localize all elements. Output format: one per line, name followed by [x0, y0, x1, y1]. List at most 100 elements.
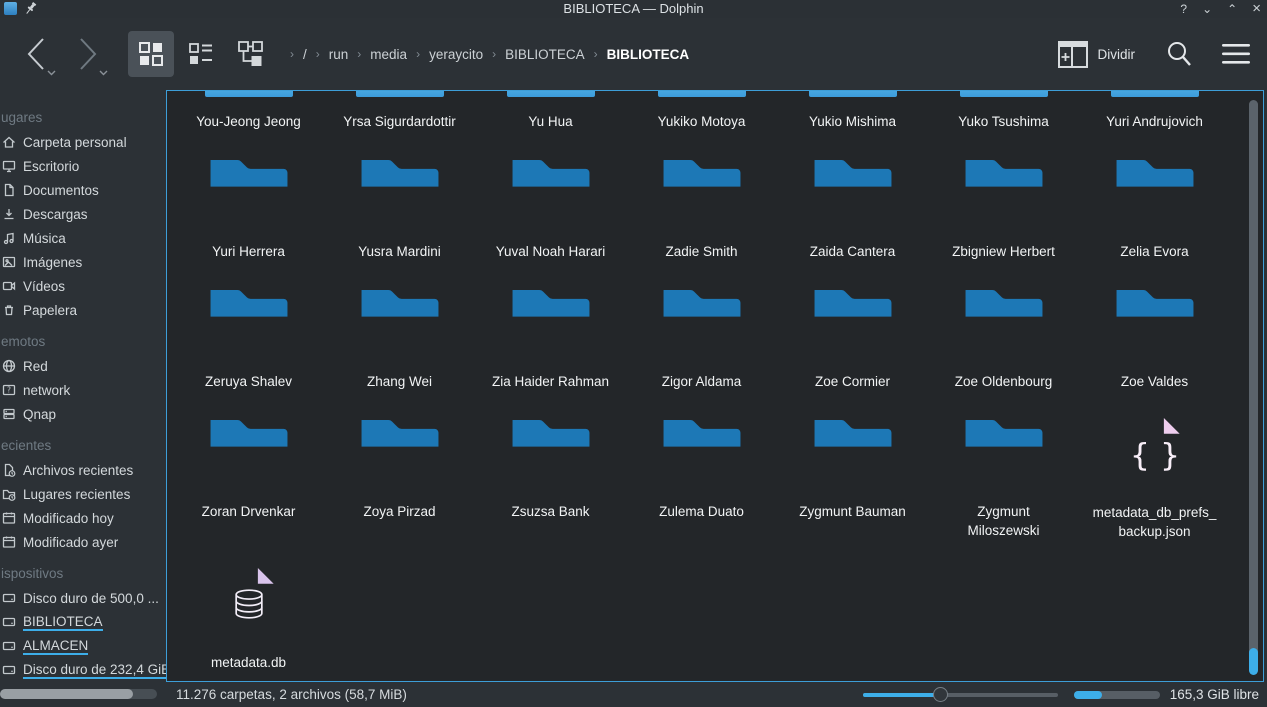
sidebar-section-header: emotos	[0, 330, 166, 354]
scrollbar-thumb[interactable]	[1249, 648, 1258, 675]
breadcrumb-segment[interactable]: /	[303, 47, 307, 62]
tree-view-button[interactable]	[228, 31, 274, 77]
folder-item[interactable]: Zaida Cantera	[777, 144, 928, 274]
sidebar-item[interactable]: Escritorio	[0, 154, 166, 178]
file-item-json[interactable]: { } metadata_db_prefs_ backup.json	[1079, 404, 1230, 554]
folder-item[interactable]: Zelia Evora	[1079, 144, 1230, 274]
details-view-button[interactable]	[178, 31, 224, 77]
sidebar-item[interactable]: Red	[0, 354, 166, 378]
music-icon	[1, 230, 17, 246]
back-button[interactable]	[10, 28, 62, 80]
free-space-label: 165,3 GiB libre	[1170, 687, 1259, 702]
sidebar-item[interactable]: BIBLIOTECA	[0, 610, 166, 634]
folder-item[interactable]: Yrsa Sigurdardottir	[324, 91, 475, 144]
horizontal-scrollbar-thumb[interactable]	[0, 689, 133, 699]
sidebar-item[interactable]: Descargas	[0, 202, 166, 226]
folder-label: Zia Haider Rahman	[492, 373, 609, 392]
sidebar-item-label: Qnap	[23, 407, 56, 422]
sidebar-item[interactable]: Disco duro de 232,4 GiB	[0, 658, 166, 682]
folder-item[interactable]: Zulema Duato	[626, 404, 777, 554]
folder-label: Zigor Aldama	[662, 373, 742, 392]
sidebar-item-label: Modificado hoy	[23, 511, 114, 526]
split-view-button[interactable]: Dividir	[1058, 41, 1135, 68]
hamburger-icon	[1221, 42, 1251, 66]
folder-item[interactable]: Zoya Pirzad	[324, 404, 475, 554]
vertical-scrollbar[interactable]	[1245, 91, 1263, 681]
folder-item[interactable]: Yuri Andrujovich	[1079, 91, 1230, 144]
sidebar-item[interactable]: Documentos	[0, 178, 166, 202]
help-button[interactable]: ?	[1180, 0, 1187, 18]
download-icon	[1, 206, 17, 222]
sidebar-item[interactable]: Música	[0, 226, 166, 250]
forward-button[interactable]	[62, 28, 114, 80]
folder-item[interactable]: Zoe Cormier	[777, 274, 928, 404]
close-button[interactable]: ×	[1252, 0, 1261, 18]
folder-item[interactable]: Zigor Aldama	[626, 274, 777, 404]
folder-item[interactable]: Yuko Tsushima	[928, 91, 1079, 144]
breadcrumb-segment[interactable]: BIBLIOTECA	[505, 47, 585, 62]
sidebar-item-label: Lugares recientes	[23, 487, 130, 502]
scrollbar-groove[interactable]	[1249, 100, 1258, 656]
sidebar-item[interactable]: Vídeos	[0, 274, 166, 298]
sidebar-horizontal-scrollbar[interactable]	[0, 689, 157, 699]
icons-view-button[interactable]	[128, 31, 174, 77]
sidebar-item-label: Archivos recientes	[23, 463, 133, 478]
minimize-button[interactable]: ⌄	[1202, 0, 1212, 18]
breadcrumb-segment[interactable]: run	[329, 47, 349, 62]
breadcrumb-separator-icon: ›	[316, 47, 320, 61]
sidebar-item[interactable]: Archivos recientes	[0, 458, 166, 482]
folder-item[interactable]: Zadie Smith	[626, 144, 777, 274]
sidebar-item[interactable]: Papelera	[0, 298, 166, 322]
forward-arrow-icon	[73, 34, 103, 74]
folder-item[interactable]: Zoe Oldenbourg	[928, 274, 1079, 404]
back-dropdown-icon[interactable]	[47, 70, 56, 76]
folder-item[interactable]: Zygmunt Miloszewski	[928, 404, 1079, 554]
sidebar-item[interactable]: Carpeta personal	[0, 130, 166, 154]
sidebar-item[interactable]: Modificado ayer	[0, 530, 166, 554]
folder-icon	[356, 156, 444, 227]
file-label: metadata_db_prefs_ backup.json	[1093, 504, 1217, 542]
folder-label: Zoya Pirzad	[363, 503, 435, 522]
folder-item[interactable]: You-Jeong Jeong	[173, 91, 324, 144]
folder-item[interactable]: Zeruya Shalev	[173, 274, 324, 404]
folder-item[interactable]: Yu Hua	[475, 91, 626, 144]
forward-dropdown-icon[interactable]	[99, 70, 108, 76]
zoom-slider-handle[interactable]	[933, 687, 948, 702]
folder-item[interactable]: Yuri Herrera	[173, 144, 324, 274]
folder-item[interactable]: Zsuzsa Bank	[475, 404, 626, 554]
sidebar-item[interactable]: Lugares recientes	[0, 482, 166, 506]
sidebar-item[interactable]: Disco duro de 500,0 ...	[0, 586, 166, 610]
capacity-bar-fill	[1074, 691, 1102, 699]
folder-item[interactable]: Yukio Mishima	[777, 91, 928, 144]
sidebar-item[interactable]: network	[0, 378, 166, 402]
breadcrumb-separator-icon: ›	[492, 47, 496, 61]
folder-icon	[809, 416, 897, 487]
maximize-button[interactable]: ⌃	[1227, 0, 1237, 18]
zoom-slider[interactable]	[863, 687, 1058, 703]
file-clock-icon	[1, 462, 17, 478]
folder-item[interactable]: Zhang Wei	[324, 274, 475, 404]
breadcrumb-segment[interactable]: media	[370, 47, 407, 62]
folder-item[interactable]: Zoe Valdes	[1079, 274, 1230, 404]
sidebar-item[interactable]: ALMACEN	[0, 634, 166, 658]
folder-item[interactable]: Zbigniew Herbert	[928, 144, 1079, 274]
folder-item[interactable]: Yukiko Motoya	[626, 91, 777, 144]
folder-label: Zeruya Shalev	[205, 373, 292, 392]
folder-item[interactable]: Zia Haider Rahman	[475, 274, 626, 404]
sidebar-item[interactable]: Qnap	[0, 402, 166, 426]
places-panel: ugares Carpeta personal Escritorio Docum…	[0, 90, 166, 682]
search-button[interactable]	[1165, 40, 1193, 68]
hdd-icon	[1, 662, 17, 678]
file-item-db[interactable]: metadata.db	[173, 554, 324, 683]
icons-view-icon	[137, 40, 165, 68]
folder-item[interactable]: Zygmunt Bauman	[777, 404, 928, 554]
menu-button[interactable]	[1221, 42, 1251, 66]
breadcrumb-segment[interactable]: BIBLIOTECA	[607, 47, 690, 62]
statusbar: 11.276 carpetas, 2 archivos (58,7 MiB) 1…	[0, 682, 1267, 707]
breadcrumb-segment[interactable]: yeraycito	[429, 47, 483, 62]
folder-item[interactable]: Yuval Noah Harari	[475, 144, 626, 274]
sidebar-item[interactable]: Imágenes	[0, 250, 166, 274]
sidebar-item[interactable]: Modificado hoy	[0, 506, 166, 530]
folder-item[interactable]: Yusra Mardini	[324, 144, 475, 274]
folder-item[interactable]: Zoran Drvenkar	[173, 404, 324, 554]
